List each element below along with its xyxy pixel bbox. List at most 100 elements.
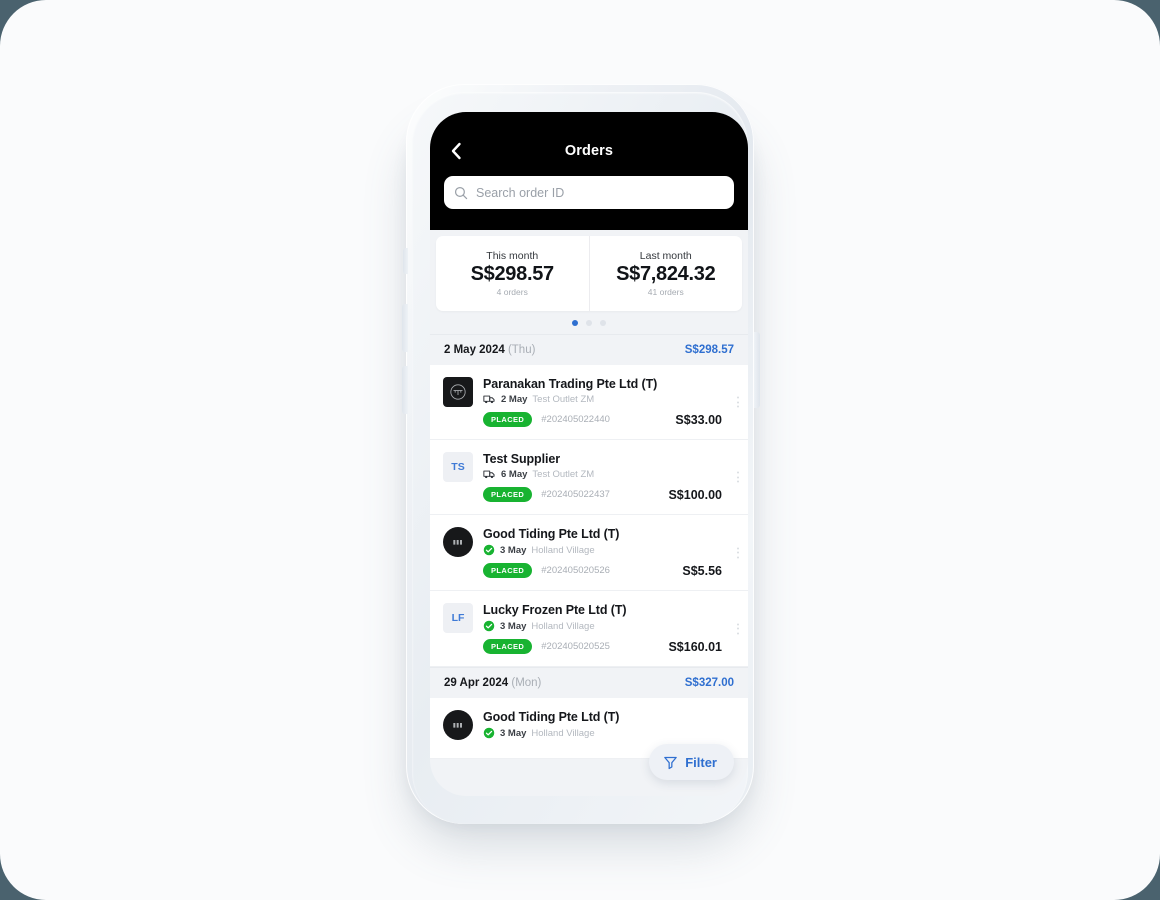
filter-label: Filter <box>685 754 717 770</box>
date-label: 2 May 2024 (Thu) <box>444 344 535 356</box>
date-label: 29 Apr 2024 (Mon) <box>444 677 541 689</box>
order-status-row: PLACED #202405020525 S$160.01 <box>483 639 738 654</box>
volume-down-button[interactable] <box>402 366 408 414</box>
status-badge: PLACED <box>483 487 533 502</box>
back-button[interactable] <box>444 139 468 163</box>
order-amount: S$33.00 <box>675 412 722 427</box>
date-total-amount: S$298.57 <box>684 344 734 356</box>
order-details: Test Supplier 6 May Test Outlet ZM PLACE… <box>483 452 738 502</box>
order-details: Paranakan Trading Pte Ltd (T) 2 May Test… <box>483 377 738 427</box>
order-amount: S$100.00 <box>668 487 722 502</box>
phone-screen: Orders Search order ID This month S$298.… <box>430 112 748 796</box>
order-id: #202405020526 <box>541 565 610 576</box>
date-text: 2 May 2024 <box>444 344 505 356</box>
status-badge: PLACED <box>483 563 533 578</box>
status-badge: PLACED <box>483 412 533 427</box>
volume-up-button[interactable] <box>402 304 408 352</box>
order-row[interactable]: TS Test Supplier 6 May Test Outlet ZM PL… <box>430 440 748 515</box>
avatar <box>443 527 473 557</box>
order-meta: 3 May Holland Village <box>483 620 738 632</box>
summary-label: Last month <box>639 250 692 262</box>
summary-order-count: 41 orders <box>647 287 684 297</box>
delivery-date: 3 May <box>500 544 527 556</box>
avatar <box>443 377 473 407</box>
supplier-name: Test Supplier <box>483 452 560 466</box>
outlet-name: Test Outlet ZM <box>532 394 595 405</box>
order-id: #202405022437 <box>541 489 610 500</box>
date-group-header: 2 May 2024 (Thu) S$298.57 <box>430 334 748 365</box>
summary-card[interactable]: This month S$298.57 4 orders Last month … <box>436 236 742 311</box>
delivery-date: 2 May <box>501 394 528 405</box>
search-box[interactable] <box>444 176 734 209</box>
order-row[interactable]: Good Tiding Pte Ltd (T) 3 May Holland Vi… <box>430 515 748 591</box>
supplier-name: Good Tiding Pte Ltd (T) <box>483 710 620 724</box>
order-meta: 6 May Test Outlet ZM <box>483 469 738 480</box>
delivery-truck-icon <box>483 469 496 480</box>
navigation-bar: Orders <box>430 134 748 168</box>
order-amount: S$5.56 <box>682 563 722 578</box>
check-circle-icon <box>483 727 495 739</box>
delivery-date: 3 May <box>500 727 527 739</box>
avatar: TS <box>443 452 473 482</box>
page-title: Orders <box>564 143 614 159</box>
summary-section: This month S$298.57 4 orders Last month … <box>430 230 748 334</box>
avatar <box>443 710 473 740</box>
delivery-date: 6 May <box>501 469 528 480</box>
order-status-row: PLACED #202405022440 S$33.00 <box>483 412 738 427</box>
order-meta: 2 May Test Outlet ZM <box>483 394 738 405</box>
more-options-icon[interactable] <box>734 393 742 412</box>
search-icon <box>454 186 468 199</box>
avatar-initials: LF <box>451 612 465 624</box>
order-amount: S$160.01 <box>668 639 722 654</box>
filter-button[interactable]: Filter <box>649 744 734 780</box>
order-row[interactable]: LF Lucky Frozen Pte Ltd (T) 3 May Hollan… <box>430 591 748 667</box>
order-status-row: PLACED #202405022437 S$100.00 <box>483 487 738 502</box>
date-total-amount: S$327.00 <box>684 677 734 689</box>
check-circle-icon <box>483 544 495 556</box>
order-details: Good Tiding Pte Ltd (T) 3 May Holland Vi… <box>483 710 738 746</box>
summary-label: This month <box>486 250 539 262</box>
search-input[interactable] <box>476 185 724 200</box>
supplier-name: Lucky Frozen Pte Ltd (T) <box>483 603 627 617</box>
outlet-name: Holland Village <box>531 620 595 632</box>
order-status-row: PLACED #202405020526 S$5.56 <box>483 563 738 578</box>
outlet-name: Holland Village <box>531 727 595 739</box>
order-meta: 3 May Holland Village <box>483 727 738 739</box>
day-of-week: (Mon) <box>511 677 542 689</box>
phone-device: Orders Search order ID This month S$298.… <box>398 84 762 824</box>
more-options-icon[interactable] <box>734 543 742 562</box>
pagination-dot[interactable] <box>586 320 592 326</box>
outlet-name: Test Outlet ZM <box>532 469 595 480</box>
power-button[interactable] <box>754 332 760 408</box>
search-bar-container <box>430 168 748 209</box>
delivery-truck-icon <box>483 394 496 405</box>
more-options-icon[interactable] <box>734 468 742 487</box>
order-row[interactable]: Paranakan Trading Pte Ltd (T) 2 May Test… <box>430 365 748 440</box>
supplier-logo-icon <box>453 723 462 728</box>
pagination-dot[interactable] <box>572 320 578 326</box>
outlet-name: Holland Village <box>531 544 595 556</box>
summary-order-count: 4 orders <box>496 287 528 297</box>
chevron-left-icon <box>451 142 461 160</box>
page-container: Orders Search order ID This month S$298.… <box>0 0 1160 900</box>
more-options-icon[interactable] <box>734 619 742 638</box>
supplier-logo-icon <box>453 540 462 545</box>
app-viewport: Orders Search order ID This month S$298.… <box>430 112 748 796</box>
orders-list: 2 May 2024 (Thu) S$298.57 Paranakan Trad… <box>430 334 748 759</box>
supplier-logo-icon <box>450 384 466 400</box>
status-badge: PLACED <box>483 639 533 654</box>
order-details: Good Tiding Pte Ltd (T) 3 May Holland Vi… <box>483 527 738 578</box>
day-of-week: (Thu) <box>507 344 536 356</box>
filter-funnel-icon <box>664 756 677 769</box>
pagination-dot[interactable] <box>600 320 606 326</box>
mute-switch-button[interactable] <box>403 248 408 274</box>
date-group-header: 29 Apr 2024 (Mon) S$327.00 <box>430 667 748 698</box>
summary-this-month: This month S$298.57 4 orders <box>436 236 589 311</box>
date-text: 29 Apr 2024 <box>444 677 509 689</box>
order-id: #202405020525 <box>541 641 610 652</box>
order-details: Lucky Frozen Pte Ltd (T) 3 May Holland V… <box>483 603 738 654</box>
app-header: Orders <box>430 112 748 230</box>
carousel-pagination <box>430 311 748 334</box>
avatar: LF <box>443 603 473 633</box>
summary-value: S$298.57 <box>470 263 555 285</box>
